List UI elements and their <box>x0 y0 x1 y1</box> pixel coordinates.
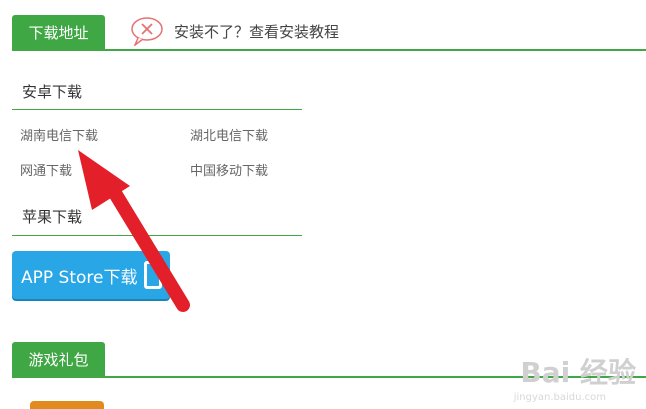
netcom-download-link[interactable]: 网通下载 <box>20 160 72 179</box>
install-help-text: 安装不了？查看安装教程 <box>174 22 340 41</box>
install-help-link[interactable]: 安装不了？查看安装教程 <box>130 16 339 46</box>
gift-item-thumbnail <box>30 401 104 409</box>
speech-bubble-close-icon <box>131 17 163 46</box>
app-store-button-label: APP Store下载 <box>21 267 138 288</box>
hunan-telecom-download-link[interactable]: 湖南电信下载 <box>20 125 98 144</box>
android-section-title: 安卓下载 <box>22 83 83 101</box>
download-tab-underline <box>12 49 646 51</box>
android-section-divider <box>12 109 302 110</box>
baidu-watermark: Bai 经验 <box>520 356 636 389</box>
download-tab[interactable]: 下载地址 <box>12 15 105 49</box>
gift-tab-label: 游戏礼包 <box>28 350 89 369</box>
app-store-download-button[interactable]: APP Store下载 <box>12 251 170 299</box>
ios-section-title: 苹果下载 <box>22 208 83 226</box>
download-tab-label: 下载地址 <box>28 23 89 42</box>
baidu-watermark-url: jingyan.baidu.com <box>513 392 606 403</box>
ios-section-divider <box>12 235 302 236</box>
gift-tab[interactable]: 游戏礼包 <box>12 342 105 376</box>
hubei-telecom-download-link[interactable]: 湖北电信下载 <box>190 125 268 144</box>
tablet-icon <box>144 261 162 289</box>
china-mobile-download-link[interactable]: 中国移动下载 <box>190 160 268 179</box>
